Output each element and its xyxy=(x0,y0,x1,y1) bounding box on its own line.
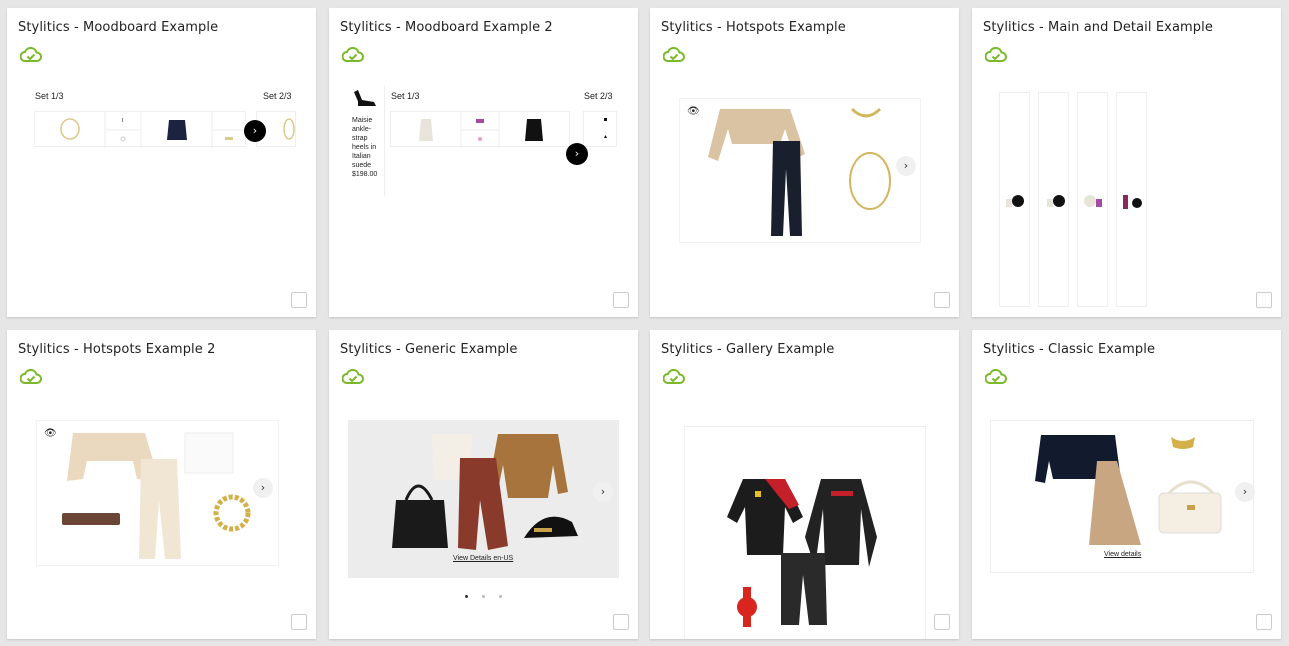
moodboard-set[interactable] xyxy=(390,111,570,148)
select-checkbox[interactable] xyxy=(934,292,950,308)
set-label: Set 2/3 xyxy=(263,91,292,101)
outfit-image[interactable]: View Details en-US › xyxy=(348,420,619,578)
select-checkbox[interactable] xyxy=(1256,614,1272,630)
outfit-column[interactable] xyxy=(1077,92,1108,307)
outfit-image[interactable] xyxy=(36,420,279,566)
set-label: Set 1/3 xyxy=(391,91,420,101)
set-label: Set 1/3 xyxy=(35,91,64,101)
card-title: Stylitics - Moodboard Example xyxy=(18,20,219,35)
cloud-check-icon xyxy=(985,369,1007,385)
cloud-check-icon xyxy=(342,47,364,63)
carousel-dot[interactable] xyxy=(499,595,502,598)
cloud-check-icon xyxy=(663,369,685,385)
next-arrow-button[interactable]: › xyxy=(896,156,916,176)
widget-card-moodboard[interactable]: Stylitics - Moodboard Example Set 1/3 Se… xyxy=(7,8,316,317)
cloud-check-icon xyxy=(20,369,42,385)
carousel-dot[interactable] xyxy=(482,595,485,598)
moodboard-preview: Set 1/3 Set 2/3 › xyxy=(34,86,296,150)
select-checkbox[interactable] xyxy=(1256,292,1272,308)
card-title: Stylitics - Classic Example xyxy=(983,342,1156,357)
select-checkbox[interactable] xyxy=(613,614,629,630)
cloud-check-icon xyxy=(342,369,364,385)
cloud-check-icon xyxy=(985,47,1007,63)
outfit-column[interactable] xyxy=(1116,92,1147,307)
outfit-image[interactable]: View details › xyxy=(990,420,1255,573)
card-title: Stylitics - Hotspots Example 2 xyxy=(18,342,216,357)
outfit-image[interactable] xyxy=(684,426,926,639)
next-arrow-button[interactable]: › xyxy=(593,482,613,502)
widget-card-hotspots-2[interactable]: Stylitics - Hotspots Example 2 👁 › xyxy=(7,330,316,639)
outfit-column[interactable] xyxy=(1038,92,1069,307)
select-checkbox[interactable] xyxy=(613,292,629,308)
moodboard-set[interactable] xyxy=(583,111,617,147)
card-title: Stylitics - Hotspots Example xyxy=(661,20,846,35)
card-title: Stylitics - Gallery Example xyxy=(661,342,835,357)
next-arrow-button[interactable]: › xyxy=(1235,482,1255,502)
eye-icon[interactable]: 👁 xyxy=(44,428,57,439)
widget-card-main-detail[interactable]: Stylitics - Main and Detail Example xyxy=(972,8,1281,317)
outfit-image[interactable] xyxy=(679,98,921,243)
widget-card-moodboard-2[interactable]: Stylitics - Moodboard Example 2 Maisie a… xyxy=(329,8,638,317)
view-details-link[interactable]: View details xyxy=(1104,551,1141,558)
set-label: Set 2/3 xyxy=(584,91,613,101)
widget-card-generic[interactable]: Stylitics - Generic Example View Details… xyxy=(329,330,638,639)
select-checkbox[interactable] xyxy=(934,614,950,630)
card-title: Stylitics - Moodboard Example 2 xyxy=(340,20,553,35)
cloud-check-icon xyxy=(20,47,42,63)
next-arrow-button[interactable]: › xyxy=(244,120,266,142)
card-title: Stylitics - Generic Example xyxy=(340,342,518,357)
card-title: Stylitics - Main and Detail Example xyxy=(983,20,1213,35)
widget-card-hotspots[interactable]: Stylitics - Hotspots Example 👁 › xyxy=(650,8,959,317)
view-details-link[interactable]: View Details en-US xyxy=(453,555,513,562)
outfit-column[interactable] xyxy=(999,92,1030,307)
eye-icon[interactable]: 👁 xyxy=(687,106,700,117)
product-price: $198.00 xyxy=(352,171,378,178)
next-arrow-button[interactable]: › xyxy=(253,478,273,498)
carousel-dot[interactable] xyxy=(465,595,468,598)
product-name: Maisie ankle-strap heels in Italian sued… xyxy=(352,117,377,169)
next-arrow-button[interactable]: › xyxy=(566,143,588,165)
widget-card-classic[interactable]: Stylitics - Classic Example View details… xyxy=(972,330,1281,639)
widget-grid: Stylitics - Moodboard Example Set 1/3 Se… xyxy=(0,0,1289,646)
select-checkbox[interactable] xyxy=(291,292,307,308)
widget-card-gallery[interactable]: Stylitics - Gallery Example xyxy=(650,330,959,639)
moodboard-preview: Maisie ankle-strap heels in Italian sued… xyxy=(349,86,617,196)
product-image xyxy=(354,90,376,106)
cloud-check-icon xyxy=(663,47,685,63)
moodboard-set[interactable] xyxy=(34,111,247,148)
select-checkbox[interactable] xyxy=(291,614,307,630)
